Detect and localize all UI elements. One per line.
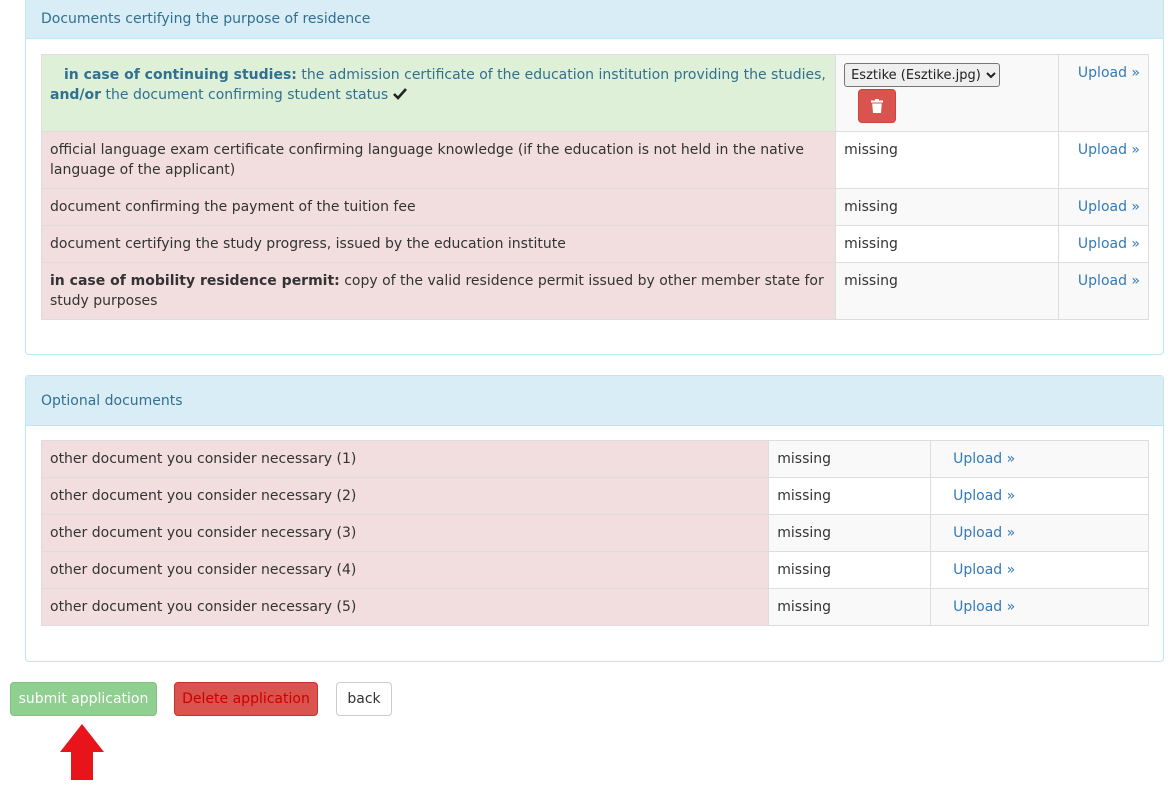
- purpose-documents-table: in case of continuing studies: the admis…: [40, 54, 1149, 320]
- optional-documents-table: other document you consider necessary (1…: [40, 440, 1149, 626]
- document-description: in case of mobility residence permit: co…: [40, 262, 837, 320]
- upload-cell: Upload »: [1058, 54, 1149, 132]
- upload-link[interactable]: Upload »: [1078, 142, 1140, 158]
- document-description: document confirming the payment of the t…: [40, 188, 837, 226]
- document-status: missing: [768, 551, 932, 589]
- submit-application-button[interactable]: submit application: [10, 682, 157, 716]
- upload-cell: Upload »: [930, 477, 1149, 515]
- upload-link[interactable]: Upload »: [1078, 199, 1140, 215]
- upload-cell: Upload »: [1058, 225, 1149, 263]
- table-row: other document you consider necessary (1…: [40, 440, 1149, 478]
- upload-link[interactable]: Upload »: [1078, 65, 1140, 81]
- upload-link[interactable]: Upload »: [1078, 273, 1140, 289]
- delete-file-button[interactable]: [858, 89, 897, 123]
- document-prefix: in case of mobility residence permit:: [50, 273, 340, 289]
- optional-documents-heading: Optional documents: [26, 376, 1163, 426]
- table-row: in case of mobility residence permit: co…: [40, 262, 1149, 320]
- document-description: document certifying the study progress, …: [40, 225, 837, 263]
- document-status: missing: [768, 477, 932, 515]
- document-description: other document you consider necessary (3…: [40, 514, 770, 552]
- document-prefix: in case of continuing studies:: [64, 67, 297, 83]
- upload-link[interactable]: Upload »: [953, 525, 1015, 541]
- table-row: other document you consider necessary (4…: [40, 551, 1149, 589]
- table-row: document certifying the study progress, …: [40, 225, 1149, 263]
- document-text: the document confirming student status: [101, 87, 389, 103]
- upload-cell: Upload »: [930, 514, 1149, 552]
- document-status: Esztike (Esztike.jpg): [835, 54, 1060, 132]
- document-description: official language exam certificate confi…: [40, 131, 837, 189]
- document-status: missing: [835, 225, 1060, 263]
- purpose-documents-heading: Documents certifying the purpose of resi…: [26, 0, 1163, 39]
- table-row: other document you consider necessary (2…: [40, 477, 1149, 515]
- document-description: in case of continuing studies: the admis…: [40, 54, 837, 132]
- table-row: other document you consider necessary (3…: [40, 514, 1149, 552]
- upload-link[interactable]: Upload »: [1078, 236, 1140, 252]
- document-status: missing: [835, 131, 1060, 189]
- table-row: official language exam certificate confi…: [40, 131, 1149, 189]
- document-description: other document you consider necessary (5…: [40, 588, 770, 626]
- document-status: missing: [768, 588, 932, 626]
- table-row: other document you consider necessary (5…: [40, 588, 1149, 626]
- upload-link[interactable]: Upload »: [953, 451, 1015, 467]
- document-status: missing: [768, 514, 932, 552]
- upload-cell: Upload »: [930, 551, 1149, 589]
- upload-link[interactable]: Upload »: [953, 599, 1015, 615]
- upload-cell: Upload »: [930, 588, 1149, 626]
- table-row: in case of continuing studies: the admis…: [40, 54, 1149, 132]
- document-description: other document you consider necessary (4…: [40, 551, 770, 589]
- document-status: missing: [768, 440, 932, 478]
- upload-cell: Upload »: [1058, 262, 1149, 320]
- document-status: missing: [835, 262, 1060, 320]
- upload-cell: Upload »: [1058, 131, 1149, 189]
- document-status: missing: [835, 188, 1060, 226]
- document-description: other document you consider necessary (2…: [40, 477, 770, 515]
- back-button[interactable]: back: [336, 682, 392, 716]
- red-arrow-icon: [60, 724, 104, 784]
- upload-link[interactable]: Upload »: [953, 488, 1015, 504]
- table-row: document confirming the payment of the t…: [40, 188, 1149, 226]
- delete-application-button[interactable]: Delete application: [174, 682, 318, 716]
- checkmark-icon: [392, 87, 407, 103]
- upload-cell: Upload »: [1058, 188, 1149, 226]
- purpose-documents-panel: Documents certifying the purpose of resi…: [25, 0, 1164, 355]
- uploaded-file-select[interactable]: Esztike (Esztike.jpg): [844, 63, 1001, 87]
- document-text-bold: and/or: [50, 87, 102, 103]
- document-description: other document you consider necessary (1…: [40, 440, 770, 478]
- upload-cell: Upload »: [930, 440, 1149, 478]
- document-text: the admission certificate of the educati…: [296, 67, 826, 83]
- optional-documents-panel: Optional documents other document you co…: [25, 375, 1164, 662]
- upload-link[interactable]: Upload »: [953, 562, 1015, 578]
